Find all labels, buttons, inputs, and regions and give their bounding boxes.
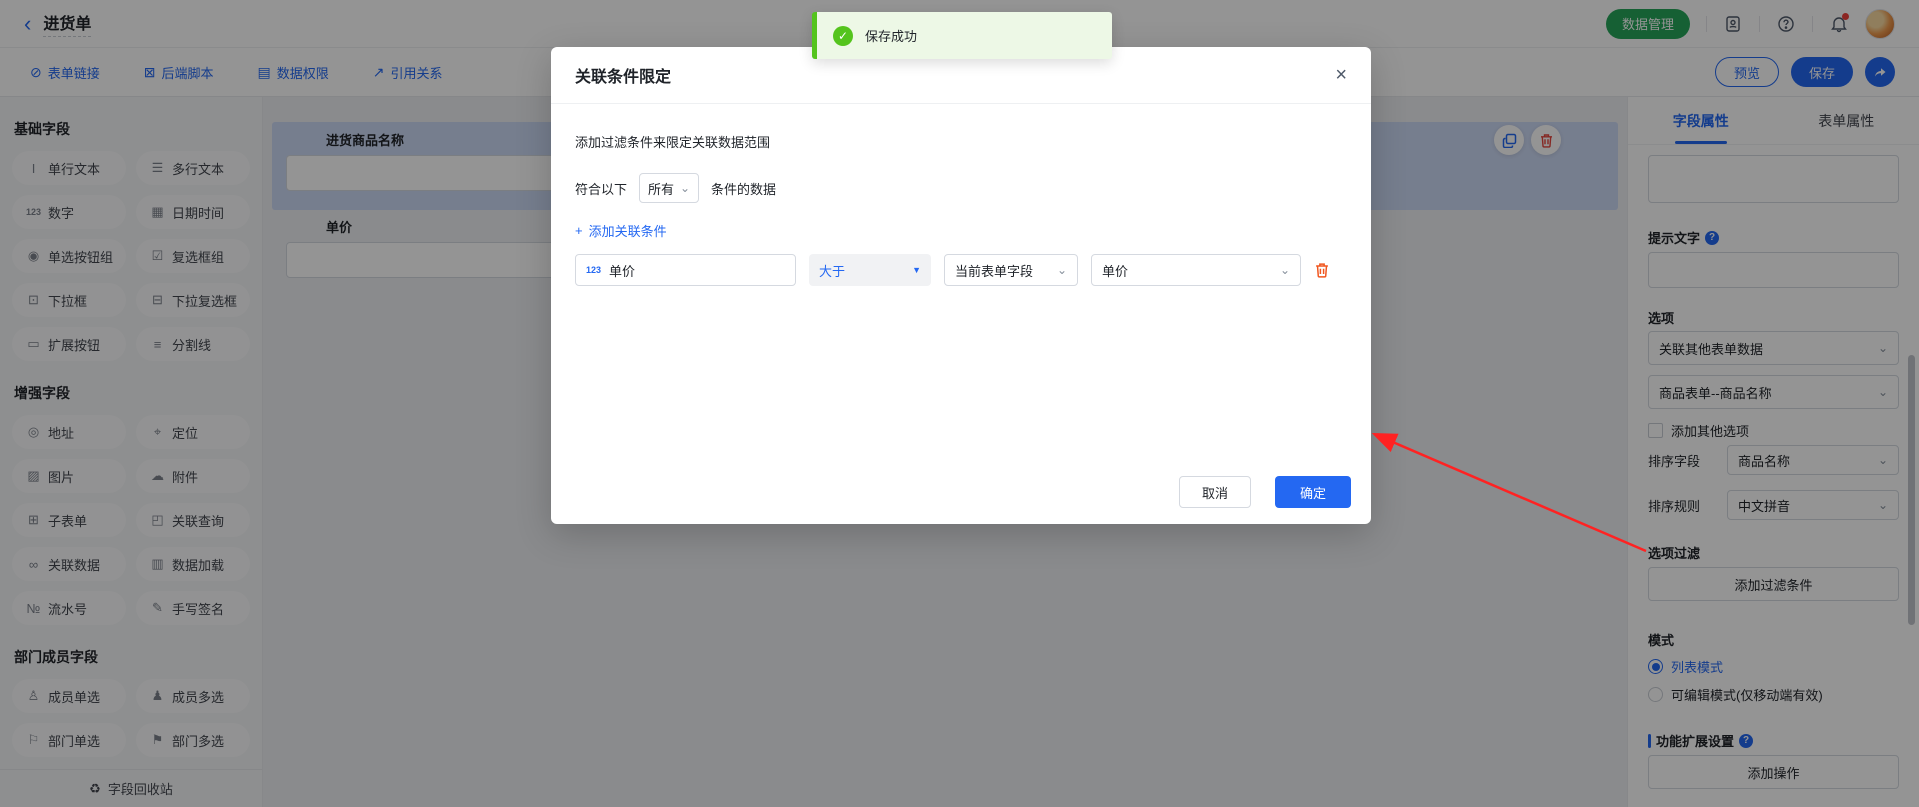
number-type-icon: 123 — [586, 265, 601, 275]
plus-icon: + — [575, 223, 583, 238]
condition-value-select[interactable]: 单价 ⌄ — [1091, 254, 1301, 286]
dialog-description: 添加过滤条件来限定关联数据范围 — [575, 132, 1347, 151]
condition-field-value: 单价 — [609, 261, 635, 280]
condition-value-type-select[interactable]: 当前表单字段 ⌄ — [944, 254, 1078, 286]
match-suffix: 条件的数据 — [711, 179, 776, 198]
delete-condition-button[interactable] — [1314, 262, 1330, 278]
success-check-icon: ✓ — [833, 26, 853, 46]
toast-message: 保存成功 — [865, 26, 917, 45]
dialog-title: 关联条件限定 — [575, 63, 671, 87]
match-prefix: 符合以下 — [575, 179, 627, 198]
chevron-down-icon: ⌄ — [680, 182, 690, 194]
confirm-button[interactable]: 确定 — [1275, 476, 1351, 508]
match-condition-row: 符合以下 所有 ⌄ 条件的数据 — [575, 173, 1347, 203]
cancel-button[interactable]: 取消 — [1179, 476, 1251, 508]
chevron-down-icon: ⌄ — [1057, 264, 1067, 276]
chevron-down-icon: ⌄ — [1280, 264, 1290, 276]
trash-icon — [1314, 262, 1330, 278]
condition-field-select[interactable]: 123 单价 — [575, 254, 796, 286]
condition-value: 单价 — [1102, 261, 1128, 280]
caret-down-icon: ▼ — [912, 265, 921, 275]
condition-operator-value: 大于 — [819, 261, 845, 280]
match-scope-select[interactable]: 所有 ⌄ — [639, 173, 699, 203]
close-icon[interactable]: × — [1335, 65, 1347, 85]
condition-row: 123 单价 大于 ▼ 当前表单字段 ⌄ 单价 ⌄ — [575, 254, 1347, 286]
condition-operator-select[interactable]: 大于 ▼ — [809, 254, 931, 286]
add-condition-label: 添加关联条件 — [589, 221, 667, 240]
add-condition-link[interactable]: + 添加关联条件 — [575, 221, 667, 240]
success-toast: ✓ 保存成功 — [812, 12, 1112, 59]
match-scope-value: 所有 — [648, 179, 674, 198]
condition-value-type: 当前表单字段 — [955, 261, 1033, 280]
association-condition-dialog: 关联条件限定 × 添加过滤条件来限定关联数据范围 符合以下 所有 ⌄ 条件的数据… — [551, 47, 1371, 524]
